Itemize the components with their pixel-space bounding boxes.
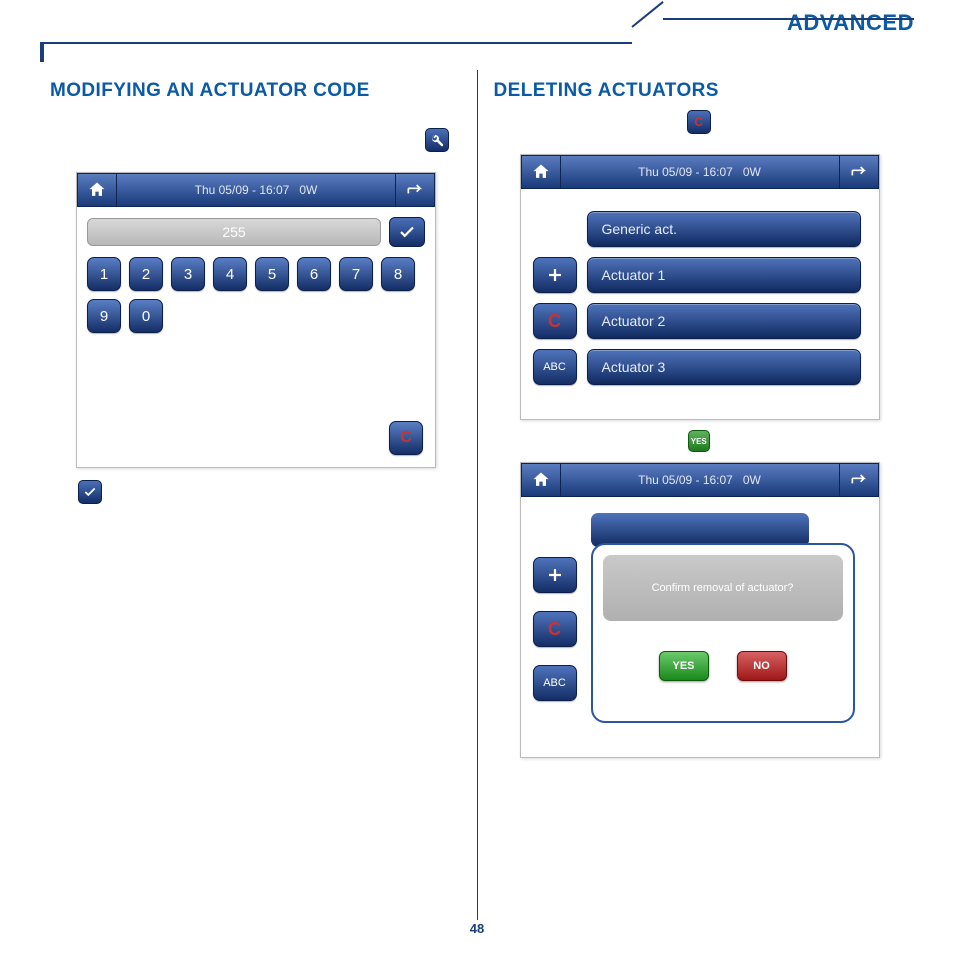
key-0[interactable]: 0 [129, 299, 163, 333]
key-9[interactable]: 9 [87, 299, 121, 333]
key-8[interactable]: 8 [381, 257, 415, 291]
titlebar-text: Thu 05/09 - 16:07 0W [117, 173, 395, 207]
dialog-yes-button[interactable]: YES [659, 651, 709, 681]
titlebar: Thu 05/09 - 16:07 0W [77, 173, 435, 207]
yes-mini-icon: YES [688, 430, 710, 452]
titlebar-datetime: Thu 05/09 - 16:07 [195, 183, 290, 197]
actuator-item-1[interactable]: Actuator 1 [587, 257, 861, 293]
titlebar-datetime: Thu 05/09 - 16:07 [638, 165, 733, 179]
screen-modify-code: Thu 05/09 - 16:07 0W 255 1 [76, 172, 436, 468]
home-button[interactable] [521, 463, 561, 497]
titlebar: Thu 05/09 - 16:07 0W [521, 155, 879, 189]
left-heading: MODIFYING AN ACTUATOR CODE [50, 80, 461, 102]
titlebar-suffix: 0W [743, 165, 761, 179]
add-button[interactable] [533, 257, 577, 293]
rename-button[interactable]: ABC [533, 665, 577, 701]
header-rule [40, 42, 914, 44]
wrench-icon [425, 128, 449, 152]
screen-confirm-delete: Thu 05/09 - 16:07 0W C [520, 462, 880, 758]
key-5[interactable]: 5 [255, 257, 289, 291]
add-button[interactable] [533, 557, 577, 593]
confirm-dialog: Confirm removal of actuator? YES NO [591, 543, 855, 723]
dialog-message: Confirm removal of actuator? [603, 555, 843, 621]
confirm-button[interactable] [389, 217, 425, 247]
right-heading: DELETING ACTUATORS [494, 80, 905, 102]
left-column: MODIFYING AN ACTUATOR CODE Thu 0 [40, 70, 471, 920]
back-button[interactable] [839, 463, 879, 497]
delete-c-icon: C [687, 110, 711, 134]
right-column: DELETING ACTUATORS C Thu 05/09 - 16:07 [484, 70, 915, 920]
screen-actuator-list: Thu 05/09 - 16:07 0W Generic act. [520, 154, 880, 420]
key-4[interactable]: 4 [213, 257, 247, 291]
background-item [591, 513, 809, 547]
key-6[interactable]: 6 [297, 257, 331, 291]
back-button[interactable] [395, 173, 435, 207]
numeric-keypad: 1 2 3 4 5 6 7 8 9 0 [87, 257, 425, 333]
titlebar-text: Thu 05/09 - 16:07 0W [561, 463, 839, 497]
page-category: ADVANCED [787, 10, 914, 36]
key-2[interactable]: 2 [129, 257, 163, 291]
actuator-item-3[interactable]: Actuator 3 [587, 349, 861, 385]
titlebar-datetime: Thu 05/09 - 16:07 [638, 473, 733, 487]
page-number: 48 [0, 921, 954, 936]
home-button[interactable] [521, 155, 561, 189]
side-spacer [533, 211, 577, 247]
delete-button[interactable]: C [533, 303, 577, 339]
column-divider [477, 70, 478, 920]
clear-icon: C [400, 429, 412, 447]
clear-button[interactable]: C [389, 421, 423, 455]
key-7[interactable]: 7 [339, 257, 373, 291]
titlebar-suffix: 0W [299, 183, 317, 197]
titlebar-text: Thu 05/09 - 16:07 0W [561, 155, 839, 189]
key-3[interactable]: 3 [171, 257, 205, 291]
home-button[interactable] [77, 173, 117, 207]
actuator-item-generic[interactable]: Generic act. [587, 211, 861, 247]
actuator-item-2[interactable]: Actuator 2 [587, 303, 861, 339]
back-button[interactable] [839, 155, 879, 189]
code-input-display: 255 [87, 218, 381, 246]
titlebar-suffix: 0W [743, 473, 761, 487]
key-1[interactable]: 1 [87, 257, 121, 291]
check-icon [78, 480, 102, 504]
rename-button[interactable]: ABC [533, 349, 577, 385]
titlebar: Thu 05/09 - 16:07 0W [521, 463, 879, 497]
dialog-no-button[interactable]: NO [737, 651, 787, 681]
delete-button[interactable]: C [533, 611, 577, 647]
